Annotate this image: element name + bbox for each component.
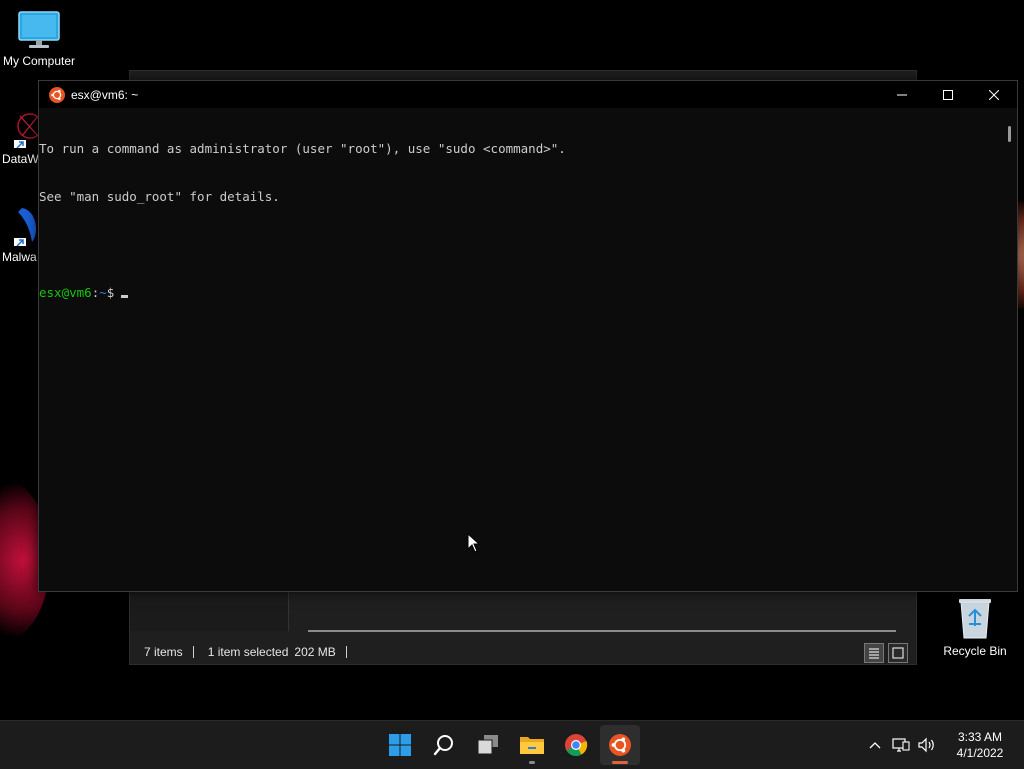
task-view-icon [477,735,498,755]
maximize-icon [943,89,953,100]
desktop-icon-recycle-bin[interactable]: Recycle Bin [940,596,1010,658]
terminal-title: esx@vm6: ~ [71,87,139,102]
file-explorer-icon [520,737,544,754]
volume-icon [918,737,934,753]
details-view-button[interactable] [864,643,884,663]
window-controls [879,81,1017,108]
datawave-icon [14,113,38,148]
chrome-taskbar-button[interactable] [556,725,596,765]
prompt-symbol: $ [106,285,115,300]
prompt-user-host: esx@vm6 [39,285,92,300]
start-button[interactable] [380,725,420,765]
desktop-icon-dataw[interactable]: DataW [2,108,39,166]
search-icon [433,735,453,756]
text-cursor [121,295,129,298]
maximize-button[interactable] [925,81,971,108]
minimize-icon [897,94,907,95]
large-icons-view-icon [892,647,904,659]
clock-date: 4/1/2022 [956,746,1004,760]
show-hidden-icons-button[interactable] [863,733,887,757]
horizontal-scrollbar[interactable] [308,630,896,632]
desktop-icon-my-computer[interactable]: My Computer [2,10,76,68]
desktop-icon-malwa[interactable]: Malwa [2,206,38,264]
explorer-nav-pane [130,589,289,631]
file-explorer-taskbar-button[interactable] [512,725,552,765]
large-icons-view-button[interactable] [888,643,908,663]
clock-time: 3:33 AM [957,730,1003,744]
status-selection: 1 item selected [207,645,289,659]
ubuntu-taskbar-button[interactable] [600,725,640,765]
taskbar-apps [380,725,640,765]
monitor-icon [18,11,60,48]
taskbar: 3:33 AM 4/1/2022 [0,720,1024,769]
ubuntu-icon [49,86,65,103]
network-button[interactable] [889,733,913,757]
status-size: 202 MB [294,645,336,659]
search-button[interactable] [424,725,464,765]
terminal-line: See "man sudo_root" for details. [39,189,280,204]
status-item-count: 7 items [144,645,183,659]
terminal-scrollbar-thumb[interactable] [1008,126,1011,142]
task-view-button[interactable] [468,725,508,765]
chevron-up-icon [869,742,881,749]
malwarebytes-icon [14,208,37,246]
explorer-status-bar: 7 items 1 item selected 202 MB [130,641,916,663]
close-button[interactable] [971,81,1017,108]
terminal-output[interactable]: To run a command as administrator (user … [39,109,1001,591]
start-icon [389,734,411,756]
terminal-window[interactable]: esx@vm6: ~ To run a command as administr… [38,80,1018,592]
ubuntu-terminal-icon [609,734,631,756]
chrome-icon [565,734,588,756]
mouse-pointer-icon [467,533,481,553]
active-indicator [612,761,628,764]
view-toggle-group [864,643,908,663]
prompt-path: ~ [99,285,107,300]
terminal-prompt-line[interactable]: esx@vm6:~$ [39,285,1001,301]
running-indicator [529,761,535,764]
details-view-icon [869,648,879,659]
system-tray: 3:33 AM 4/1/2022 [862,721,1024,769]
terminal-titlebar[interactable]: esx@vm6: ~ [39,81,1017,108]
taskbar-clock[interactable]: 3:33 AM 4/1/2022 [940,729,1020,761]
status-divider-end [345,646,347,658]
close-icon [989,89,999,100]
recycle-bin-icon [959,599,991,639]
minimize-button[interactable] [879,81,925,108]
volume-button[interactable] [915,733,939,757]
network-icon [892,738,910,752]
terminal-line: To run a command as administrator (user … [39,141,566,156]
